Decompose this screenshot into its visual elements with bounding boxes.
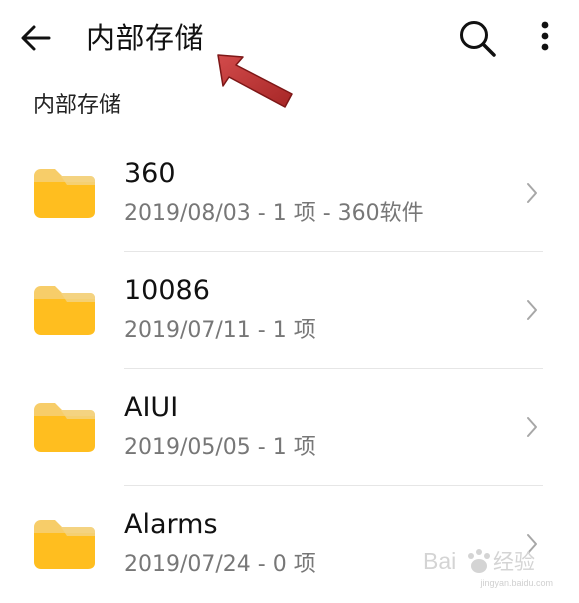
chevron-right-icon [527,534,537,554]
chevron-right-icon [527,300,537,320]
breadcrumb[interactable]: 内部存储 [33,92,121,120]
folder-metadata: 2019/08/03 - 1 项 - 360软件 [124,201,424,226]
folder-icon [34,403,95,452]
folder-row-aiui[interactable]: AIUI 2019/05/05 - 1 项 [0,369,579,486]
folder-name: Alarms [124,509,218,540]
folder-name: 10086 [124,275,210,306]
folder-row-alarms[interactable]: Alarms 2019/07/24 - 0 项 [0,486,579,603]
folder-metadata: 2019/07/24 - 0 项 [124,552,316,577]
chevron-right-icon [527,183,537,203]
folder-icon [34,169,95,218]
file-list: 360 2019/08/03 - 1 项 - 360软件 10086 2019/… [0,135,579,603]
folder-name: 360 [124,158,176,189]
folder-name: AIUI [124,392,179,423]
more-options-button[interactable] [531,18,559,60]
more-vertical-icon [541,21,549,51]
folder-metadata: 2019/07/11 - 1 项 [124,318,316,343]
search-button[interactable] [457,18,499,60]
folder-icon [34,520,95,569]
page-title: 内部存储 [86,21,205,55]
chevron-right-icon [527,417,537,437]
folder-row-360[interactable]: 360 2019/08/03 - 1 项 - 360软件 [0,135,579,252]
folder-metadata: 2019/05/05 - 1 项 [124,435,316,460]
folder-icon [34,286,95,335]
search-icon [460,21,496,57]
back-arrow-icon [21,25,51,51]
folder-row-10086[interactable]: 10086 2019/07/11 - 1 项 [0,252,579,369]
app-bar: 内部存储 [0,0,579,78]
back-button[interactable] [18,20,54,56]
